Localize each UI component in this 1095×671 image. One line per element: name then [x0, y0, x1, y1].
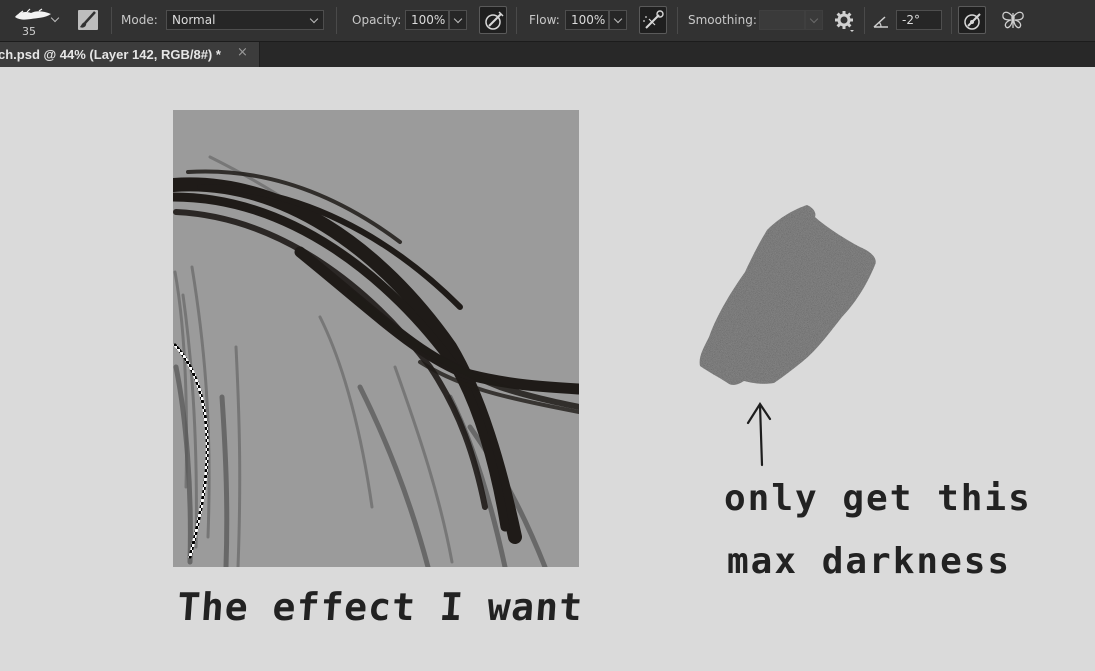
opacity-label: Opacity: — [352, 13, 402, 27]
brush-preset-picker[interactable]: 35 — [8, 4, 66, 38]
brush-preset-icon — [15, 8, 51, 20]
separator — [951, 7, 952, 34]
caption-right-line1: only get this — [724, 478, 1032, 519]
smoothing-settings-icon — [835, 11, 854, 32]
document-tab[interactable]: ch.psd @ 44% (Layer 142, RGB/8#) * × — [0, 42, 260, 68]
opacity-value: 100% — [411, 13, 446, 27]
document-tab-bar: ch.psd @ 44% (Layer 142, RGB/8#) * × — [0, 41, 1095, 68]
pressure-opacity-icon — [485, 11, 504, 30]
smoothing-settings-button[interactable] — [830, 6, 858, 34]
flow-label: Flow: — [529, 13, 560, 27]
airbrush-icon — [643, 10, 664, 29]
chevron-down-icon — [453, 14, 463, 24]
opacity-dropdown[interactable] — [449, 10, 467, 30]
document-tab-title: ch.psd @ 44% (Layer 142, RGB/8#) * — [0, 47, 221, 62]
chevron-down-icon — [309, 14, 319, 24]
smoothing-input[interactable] — [759, 10, 805, 30]
brush-size-value: 35 — [22, 25, 36, 38]
mode-label: Mode: — [121, 13, 158, 27]
flow-dropdown[interactable] — [609, 10, 627, 30]
separator — [336, 7, 337, 34]
sample-image — [173, 110, 579, 567]
pressure-size-icon — [964, 13, 981, 30]
close-icon[interactable]: × — [237, 45, 248, 60]
document-canvas[interactable]: The effect I want only get this max dark… — [0, 67, 1095, 671]
opacity-input[interactable]: 100% — [405, 10, 449, 30]
airbrush-button[interactable] — [639, 6, 667, 34]
flow-input[interactable]: 100% — [565, 10, 609, 30]
max-darkness-swatch — [699, 205, 876, 385]
pressure-size-button[interactable] — [958, 6, 986, 34]
pressure-opacity-button[interactable] — [479, 6, 507, 34]
caption-left: The effect I want — [176, 585, 585, 629]
artwork: The effect I want only get this max dark… — [173, 110, 1032, 629]
flow-value: 100% — [571, 13, 606, 27]
chevron-down-icon — [613, 14, 623, 24]
mode-value: Normal — [172, 13, 216, 27]
smoothing-dropdown[interactable] — [805, 10, 823, 30]
angle-input[interactable]: -2° — [896, 10, 942, 30]
angle-value: -2° — [902, 13, 920, 27]
angle-control[interactable] — [868, 6, 894, 34]
symmetry-button[interactable] — [999, 6, 1027, 34]
chevron-down-icon — [809, 14, 819, 24]
options-bar: 35 Mode: Normal Opacity: 100% Flow: 100% — [0, 0, 1095, 41]
symmetry-icon — [1002, 11, 1024, 29]
caption-right-line2: max darkness — [727, 541, 1011, 582]
brush-panel-icon — [78, 10, 98, 30]
smoothing-label: Smoothing: — [688, 13, 757, 27]
arrow-icon — [746, 401, 772, 467]
mode-select[interactable]: Normal — [166, 10, 324, 30]
separator — [111, 7, 112, 34]
angle-icon — [873, 16, 888, 28]
separator — [864, 7, 865, 34]
brush-panel-button[interactable] — [74, 6, 102, 34]
separator — [677, 7, 678, 34]
separator — [516, 7, 517, 34]
